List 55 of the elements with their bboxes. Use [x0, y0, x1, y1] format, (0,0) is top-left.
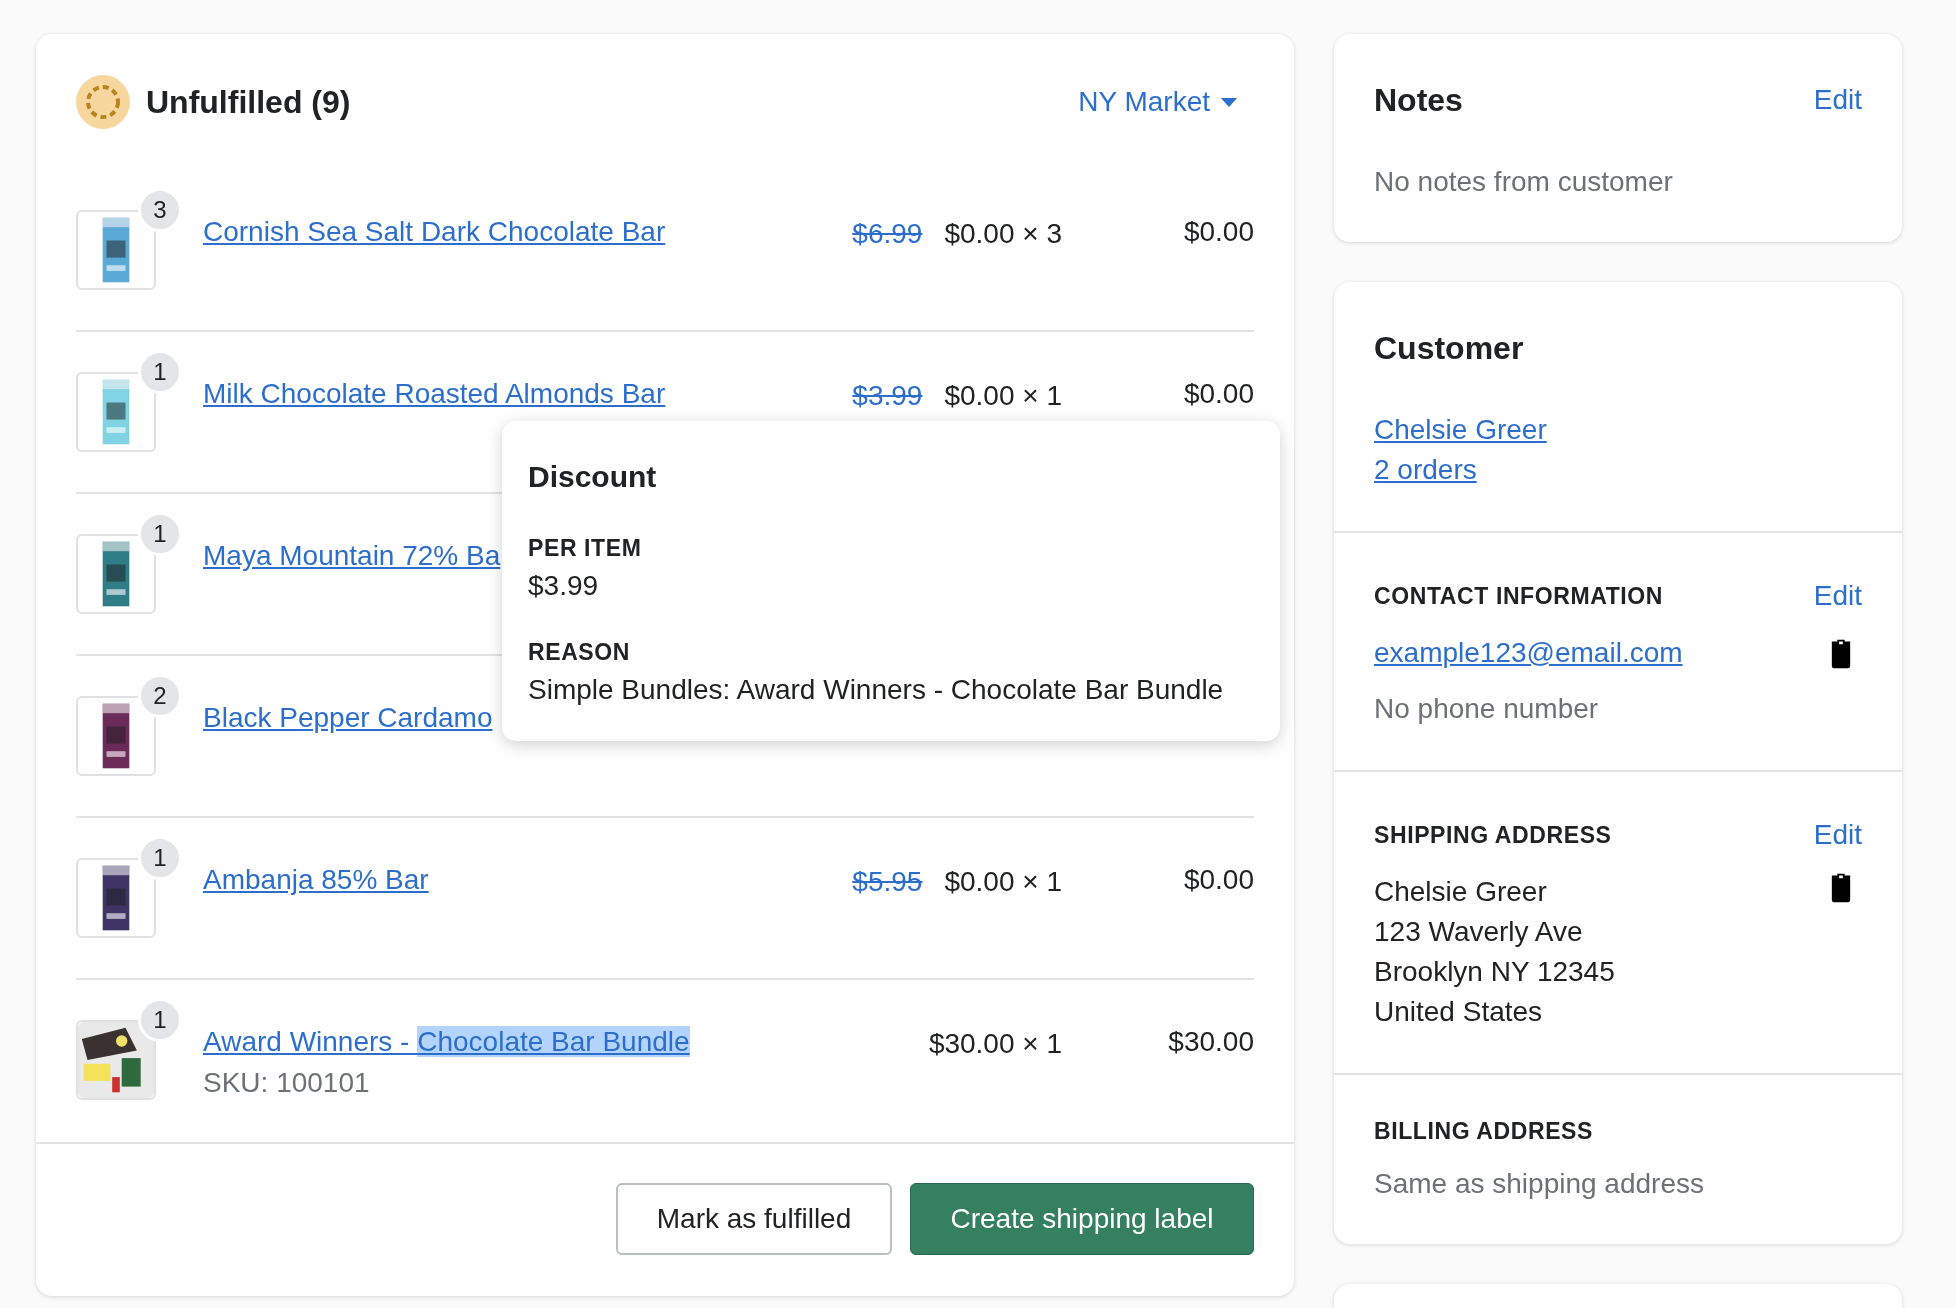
quantity-badge: 1 [138, 512, 182, 556]
popover-title: Discount [528, 459, 658, 495]
quantity-badge: 1 [138, 836, 182, 880]
field-value: $3.99 [528, 569, 599, 603]
sku-text: SKU: 100101 [203, 1066, 370, 1100]
fulfill-button[interactable]: Mark as fulfilled [616, 1183, 892, 1255]
unit-price: $0.00 × 3 [944, 217, 1062, 251]
notes-title: Notes [1374, 81, 1463, 120]
quantity-badge: 1 [138, 998, 182, 1042]
section-heading: BILLING ADDRESS [1374, 1117, 1594, 1146]
unit-price: $0.00 × 1 [944, 865, 1062, 899]
location-dropdown[interactable]: NY Market [1078, 82, 1254, 122]
unit-price: $30.00 × 1 [928, 1027, 1062, 1061]
unfulfilled-status-icon [76, 75, 130, 129]
address-line: 123 Waverly Ave [1374, 915, 1584, 949]
caret-icon [1220, 96, 1238, 108]
product-link[interactable]: Ambanja 85% Bar [203, 860, 429, 900]
quantity-badge: 1 [138, 350, 182, 394]
section-title: Unfulfilled (9) [146, 83, 352, 122]
product-link[interactable]: Black Pepper Cardamo [203, 698, 493, 738]
address-line: Brooklyn NY 12345 [1374, 955, 1615, 989]
product-link[interactable]: Award Winners - Chocolate Bar Bundle [203, 1022, 690, 1062]
original-price: $3.99 [852, 379, 923, 413]
original-price: $6.99 [852, 217, 923, 251]
address-line: Chelsie Greer [1374, 875, 1548, 909]
original-price: $5.95 [852, 865, 923, 899]
product-link[interactable]: Milk Chocolate Roasted Almonds Bar [203, 374, 666, 414]
clipboard-icon[interactable] [1830, 872, 1852, 903]
billing-text: Same as shipping address [1374, 1167, 1705, 1201]
section-heading: CONTACT INFORMATION [1374, 582, 1664, 611]
notes-text: No notes from customer [1374, 165, 1674, 199]
edit-link[interactable]: Edit [1813, 80, 1862, 120]
customer-name-link[interactable]: Chelsie Greer [1374, 410, 1547, 450]
edit-link[interactable]: Edit [1813, 815, 1862, 855]
edit-link[interactable]: Edit [1813, 576, 1862, 616]
quantity-badge: 2 [138, 674, 182, 718]
address-line: United States [1374, 995, 1544, 1029]
customer-title: Customer [1374, 329, 1525, 368]
product-link[interactable]: Maya Mountain 72% Ba [203, 536, 501, 576]
line-total: $30.00 [1167, 1025, 1254, 1059]
section-heading: SHIPPING ADDRESS [1374, 821, 1612, 850]
clipboard-icon[interactable] [1830, 637, 1852, 669]
email-link[interactable]: example123@email.com [1374, 633, 1683, 673]
field-label: PER ITEM [528, 534, 642, 563]
line-total: $0.00 [1182, 377, 1254, 411]
phone-text: No phone number [1374, 692, 1600, 726]
orders-link[interactable]: 2 orders [1374, 450, 1477, 490]
field-label: REASON [528, 638, 630, 667]
line-total: $0.00 [1182, 215, 1254, 249]
quantity-badge: 3 [138, 188, 182, 232]
create-label-button[interactable]: Create shipping label [910, 1183, 1254, 1255]
line-total: $0.00 [1182, 863, 1254, 897]
product-link[interactable]: Cornish Sea Salt Dark Chocolate Bar [203, 212, 666, 252]
field-value: Simple Bundles: Award Winners - Chocolate Bar Bundle [528, 673, 1224, 707]
unit-price: $0.00 × 1 [944, 379, 1062, 413]
